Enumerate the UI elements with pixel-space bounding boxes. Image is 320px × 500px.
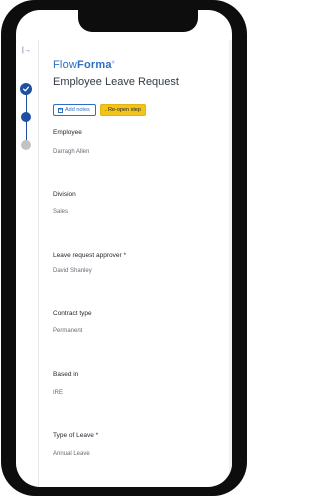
scrollbar[interactable] bbox=[229, 40, 232, 487]
field-label-approver: Leave request approver * bbox=[53, 252, 126, 259]
logo-registered-mark: ® bbox=[111, 59, 115, 65]
field-value-leave-type[interactable]: Annual Leave bbox=[53, 451, 90, 457]
field-label-division: Division bbox=[53, 191, 76, 198]
field-label-contract-type: Contract type bbox=[53, 310, 92, 317]
phone-notch bbox=[78, 10, 198, 32]
page-title: Employee Leave Request bbox=[53, 76, 179, 88]
step-current[interactable] bbox=[21, 112, 31, 122]
step-upcoming[interactable] bbox=[21, 140, 31, 150]
sidebar-divider bbox=[38, 40, 39, 487]
reopen-step-button[interactable]: Re-open step bbox=[100, 104, 146, 116]
add-notes-label: Add notes bbox=[65, 107, 90, 113]
flowforma-logo: FlowForma® bbox=[53, 59, 115, 71]
collapse-sidebar-icon[interactable]: |→ bbox=[22, 47, 31, 54]
field-label-employee: Employee bbox=[53, 129, 82, 136]
phone-frame: |→ FlowForma® Employee Leave Request + A… bbox=[1, 0, 247, 496]
logo-text-light: Flow bbox=[53, 59, 78, 71]
field-value-approver[interactable]: David Shanley bbox=[53, 268, 92, 274]
field-value-based-in[interactable]: IRE bbox=[53, 390, 63, 396]
app-screen: |→ FlowForma® Employee Leave Request + A… bbox=[16, 10, 232, 487]
add-notes-button[interactable]: + Add notes bbox=[53, 104, 96, 116]
field-label-leave-type: Type of Leave * bbox=[53, 432, 99, 439]
plus-icon: + bbox=[58, 106, 63, 113]
flag-icon bbox=[105, 109, 106, 111]
field-value-employee: Darragh Allen bbox=[53, 149, 90, 155]
check-icon bbox=[22, 86, 30, 92]
step-completed[interactable] bbox=[20, 83, 32, 95]
field-value-contract-type[interactable]: Permanent bbox=[53, 328, 82, 334]
reopen-step-label: Re-open step bbox=[107, 107, 141, 113]
logo-text-bold: Forma bbox=[77, 59, 112, 71]
field-label-based-in: Based in bbox=[53, 371, 79, 378]
field-value-division: Sales bbox=[53, 209, 69, 215]
